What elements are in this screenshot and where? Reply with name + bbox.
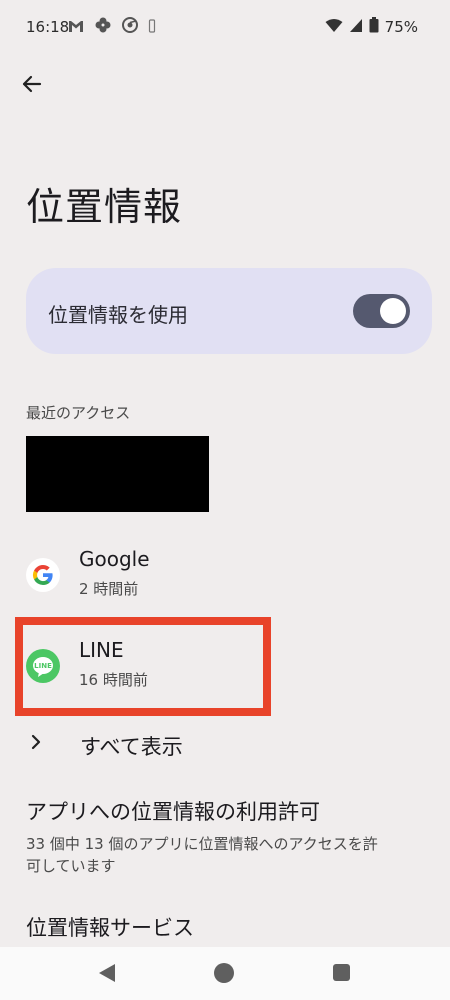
chevron-right-icon [30, 733, 42, 755]
triangle-back-icon [99, 964, 115, 982]
nav-recents-button[interactable] [333, 964, 350, 981]
gmail-icon [68, 18, 84, 37]
toggle-knob [380, 298, 406, 324]
highlight-annotation [15, 617, 271, 716]
permissions-subtitle: 33 個中 13 個のアプリに位置情報へのアクセスを許可しています [26, 835, 378, 875]
recent-access-heading: 最近のアクセス [26, 404, 131, 422]
location-services-item[interactable]: 位置情報サービス [26, 912, 194, 942]
status-bar: 16:18 75% [0, 0, 450, 56]
pinwheel-icon [94, 16, 112, 38]
app-name: Google [79, 547, 150, 571]
permissions-title: アプリへの位置情報の利用許可 [26, 800, 320, 824]
vibrate-icon [148, 18, 156, 37]
wifi-icon [325, 18, 343, 37]
system-nav-bar [0, 947, 450, 1000]
nav-back-button[interactable] [98, 963, 116, 987]
location-settings-screen: 16:18 75% 位置情報 位置情報を使用 最近のアクセス Google 2 … [0, 0, 450, 1000]
chrome-icon [122, 17, 138, 37]
nav-home-button[interactable] [214, 963, 234, 983]
notification-icons [68, 16, 156, 38]
google-icon [26, 558, 60, 592]
page-title: 位置情報 [26, 185, 183, 229]
use-location-card[interactable]: 位置情報を使用 [26, 268, 432, 354]
show-all-button[interactable]: すべて表示 [26, 725, 426, 765]
battery-percentage: 75% [384, 18, 418, 36]
app-access-time: 2 時間前 [79, 580, 139, 598]
arrow-left-icon [22, 75, 42, 93]
system-status-icons: 75% [325, 17, 418, 37]
battery-icon [369, 17, 379, 37]
use-location-label: 位置情報を使用 [48, 303, 188, 327]
recent-app-google[interactable]: Google 2 時間前 [26, 544, 426, 614]
app-location-permissions-item[interactable]: アプリへの位置情報の利用許可 33 個中 13 個のアプリに位置情報へのアクセス… [26, 797, 426, 877]
use-location-toggle[interactable] [353, 294, 410, 328]
redacted-block [26, 436, 209, 512]
back-button[interactable] [14, 66, 50, 102]
show-all-label: すべて表示 [80, 735, 183, 759]
status-time: 16:18 [26, 18, 70, 36]
signal-icon [349, 18, 363, 37]
